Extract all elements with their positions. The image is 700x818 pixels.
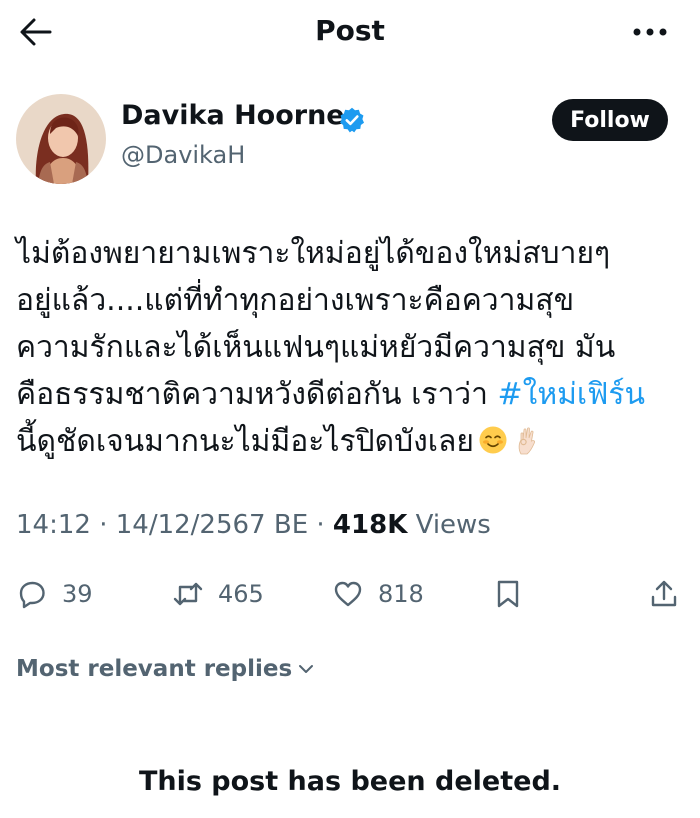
tweet-line: อยู่แล้ว....แต่ที่ทำทุกอย่างเพราะคือความ… bbox=[16, 283, 575, 318]
top-bar: Post bbox=[0, 0, 700, 64]
author-handle[interactable]: @DavikaH bbox=[121, 141, 245, 169]
avatar-photo bbox=[16, 94, 106, 184]
like-button[interactable]: 818 bbox=[332, 572, 424, 616]
hashtag-link[interactable]: #ใหม่เฟิร์น bbox=[498, 377, 645, 412]
tweet-line: นี้ดูชัดเจนมากนะไม่มีอะไรปิดบังเลย bbox=[16, 418, 692, 465]
tweet-date[interactable]: 14/12/2567 BE bbox=[116, 510, 308, 540]
follow-button[interactable]: Follow bbox=[552, 99, 668, 141]
page-title: Post bbox=[315, 14, 385, 47]
tweet-line: ความรักและได้เห็นแฟนๆแม่หยัวมีความสุข มั… bbox=[16, 330, 616, 365]
tweet-line-text: คือธรรมชาติความหวังดีต่อกัน เราว่า bbox=[16, 377, 498, 412]
repost-button[interactable]: 465 bbox=[172, 572, 264, 616]
bookmark-button[interactable] bbox=[492, 572, 538, 616]
ok-hand-emoji bbox=[518, 426, 535, 454]
action-bar: 39 465 818 bbox=[0, 572, 700, 616]
share-icon bbox=[651, 580, 677, 607]
tweet-meta: 14:12 · 14/12/2567 BE · 418K Views bbox=[16, 510, 491, 540]
share-button[interactable] bbox=[648, 572, 694, 616]
tweet-line: ไม่ต้องพยายามเพราะใหม่อยู่ได้ของใหม่สบาย… bbox=[16, 236, 611, 271]
reply-count: 39 bbox=[62, 580, 93, 608]
avatar[interactable] bbox=[16, 94, 106, 184]
tweet-time: 14:12 bbox=[16, 510, 91, 540]
like-count: 818 bbox=[378, 580, 424, 608]
reply-button[interactable]: 39 bbox=[16, 572, 93, 616]
views-label: Views bbox=[415, 510, 491, 540]
smiling-face-emoji bbox=[479, 426, 507, 453]
tweet-line-text: นี้ดูชัดเจนมากนะไม่มีอะไรปิดบังเลย bbox=[16, 424, 474, 459]
verified-badge-icon bbox=[339, 107, 365, 133]
views-count: 418K bbox=[332, 510, 408, 540]
chevron-down-icon bbox=[299, 665, 314, 673]
meta-separator: · bbox=[90, 510, 116, 540]
deleted-post-notice: This post has been deleted. bbox=[138, 766, 562, 797]
like-icon bbox=[334, 581, 362, 607]
tweet-line: คือธรรมชาติความหวังดีต่อกัน เราว่า #ใหม่… bbox=[16, 371, 692, 418]
repost-icon bbox=[173, 582, 203, 606]
more-horizontal-icon[interactable] bbox=[628, 18, 672, 46]
meta-separator: · bbox=[308, 510, 333, 540]
replies-sort-label: Most relevant replies bbox=[16, 656, 293, 682]
replies-sort-dropdown[interactable]: Most relevant replies bbox=[16, 656, 316, 682]
repost-count: 465 bbox=[218, 580, 264, 608]
reply-icon bbox=[19, 581, 45, 609]
bookmark-icon bbox=[497, 580, 519, 608]
tweet-text: ไม่ต้องพยายามเพราะใหม่อยู่ได้ของใหม่สบาย… bbox=[16, 230, 692, 465]
author-name[interactable]: Davika Hoorne bbox=[121, 100, 345, 131]
